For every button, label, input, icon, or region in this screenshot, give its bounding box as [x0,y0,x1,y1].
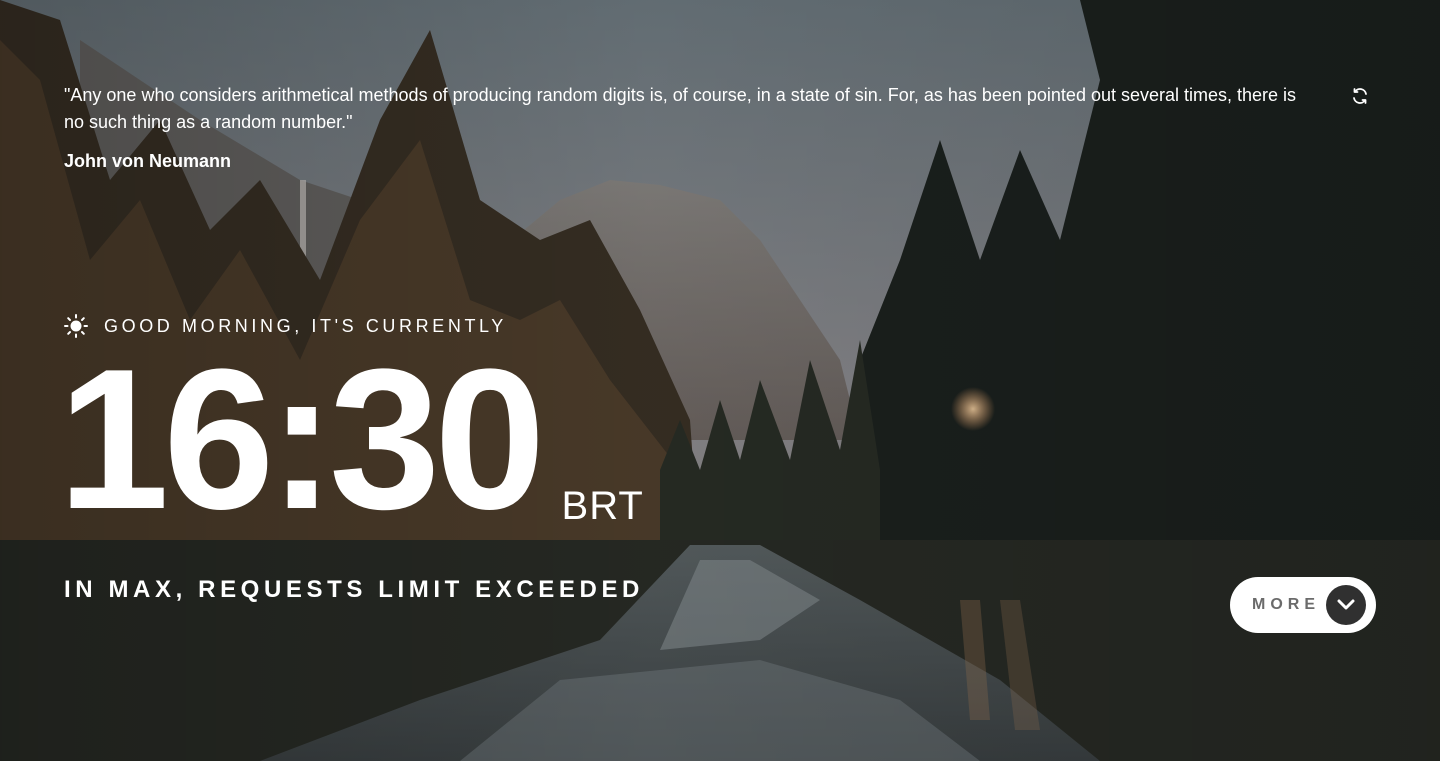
more-arrow-circle [1326,585,1366,625]
more-button[interactable]: MORE [1230,577,1376,633]
more-button-label: MORE [1252,596,1320,613]
location-text: IN MAX, REQUESTS LIMIT EXCEEDED [64,576,644,603]
quote-text: "Any one who considers arithmetical meth… [64,85,1297,132]
quote-author: John von Neumann [64,151,232,171]
chevron-down-icon [1337,599,1355,610]
clock-display: 16:30 BRT [58,340,644,540]
refresh-quote-button[interactable] [1350,86,1370,106]
timezone-abbreviation: BRT [561,484,644,528]
clock-app: "Any one who considers arithmetical meth… [0,0,1440,761]
quote-block: "Any one who considers arithmetical meth… [64,82,1324,174]
time-value: 16:30 [58,328,546,551]
refresh-icon [1353,88,1367,104]
